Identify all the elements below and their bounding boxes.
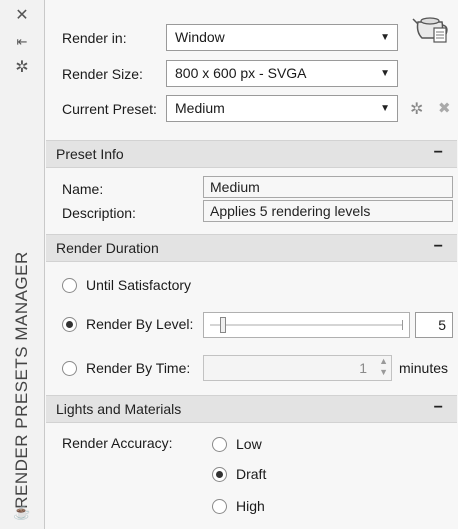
preset-info-title: Preset Info	[56, 146, 124, 162]
render-teapot-icon[interactable]	[412, 8, 450, 46]
accuracy-low-label: Low	[236, 436, 262, 452]
delete-preset-icon[interactable]: ✖	[438, 99, 451, 117]
chevron-down-icon: ▼	[380, 32, 390, 43]
accuracy-low-radio[interactable]	[212, 437, 227, 452]
render-size-value: 800 x 600 px - SVGA	[175, 65, 307, 81]
settings-icon[interactable]: ✲	[0, 60, 44, 76]
accuracy-draft-label: Draft	[236, 466, 267, 482]
close-icon[interactable]: ✕	[0, 8, 44, 24]
lights-materials-title: Lights and Materials	[56, 401, 182, 417]
render-by-time-radio[interactable]	[62, 361, 77, 376]
palette-title: RENDER PRESETS MANAGER	[12, 251, 31, 509]
render-by-level-radio[interactable]	[62, 317, 77, 332]
chevron-down-icon: ▼	[380, 68, 390, 79]
palette-title-strip: ✕ ⇤ ✲ RENDER PRESETS MANAGER ☕	[0, 0, 45, 529]
lights-materials-header[interactable]: Lights and Materials −	[46, 395, 457, 423]
accuracy-draft-radio[interactable]	[212, 467, 227, 482]
render-by-level-label: Render By Level:	[86, 316, 194, 332]
spin-arrows-icon[interactable]: ▲ ▼	[379, 356, 388, 378]
collapse-icon[interactable]: −	[434, 238, 443, 256]
preset-description-field: Applies 5 rendering levels	[203, 200, 453, 222]
teapot-icon: ☕	[13, 504, 31, 520]
collapse-icon[interactable]: −	[434, 144, 443, 162]
time-unit-label: minutes	[399, 360, 449, 376]
level-slider[interactable]	[203, 312, 410, 338]
level-input[interactable]: 5	[415, 312, 453, 338]
render-accuracy-label: Render Accuracy:	[62, 435, 173, 451]
render-size-label: Render Size:	[62, 66, 143, 82]
current-preset-value: Medium	[175, 100, 225, 116]
preset-info-header[interactable]: Preset Info −	[46, 140, 457, 168]
render-duration-header[interactable]: Render Duration −	[46, 234, 457, 262]
pin-icon[interactable]: ⇤	[0, 34, 44, 50]
time-value: 1	[359, 360, 367, 376]
accuracy-high-label: High	[236, 498, 265, 514]
render-in-label: Render in:	[62, 30, 127, 46]
current-preset-dropdown[interactable]: Medium ▼	[166, 95, 398, 122]
preset-settings-icon[interactable]: ✲	[410, 99, 423, 119]
accuracy-high-radio[interactable]	[212, 499, 227, 514]
slider-thumb[interactable]	[219, 317, 226, 333]
preset-description-label: Description:	[62, 205, 136, 221]
chevron-down-icon: ▼	[380, 103, 390, 114]
time-stepper[interactable]: 1 ▲ ▼	[203, 355, 392, 381]
slider-end-tick	[402, 320, 403, 330]
render-size-dropdown[interactable]: 800 x 600 px - SVGA ▼	[166, 60, 398, 87]
preset-name-label: Name:	[62, 181, 104, 197]
slider-track	[210, 324, 403, 326]
preset-name-field: Medium	[203, 176, 453, 198]
current-preset-label: Current Preset:	[62, 101, 157, 117]
collapse-icon[interactable]: −	[434, 399, 443, 417]
render-in-value: Window	[175, 29, 225, 45]
until-satisfactory-label: Until Satisfactory	[86, 277, 192, 293]
until-satisfactory-radio[interactable]	[62, 278, 77, 293]
render-in-dropdown[interactable]: Window ▼	[166, 24, 398, 51]
render-duration-title: Render Duration	[56, 240, 159, 256]
render-by-time-label: Render By Time:	[86, 360, 191, 376]
